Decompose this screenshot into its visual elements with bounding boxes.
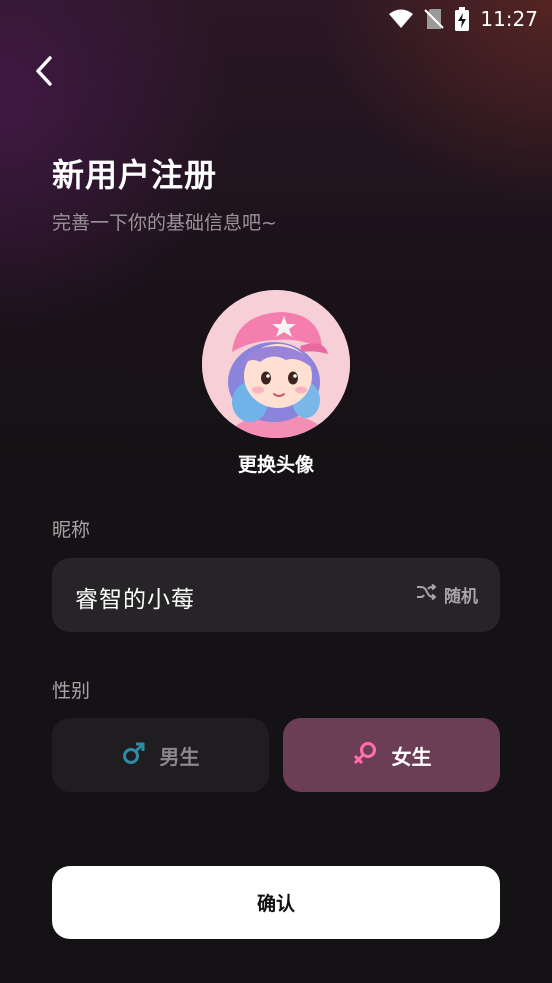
- random-nickname-button[interactable]: 随机: [416, 582, 478, 607]
- page-subtitle: 完善一下你的基础信息吧~: [52, 212, 277, 234]
- gender-male-label: 男生: [159, 744, 200, 769]
- gender-male-button[interactable]: 男生: [52, 718, 269, 792]
- random-label: 随机: [444, 587, 478, 607]
- status-bar: 11:27: [0, 0, 552, 38]
- nickname-value[interactable]: 睿智的小莓: [75, 580, 195, 614]
- background-gradient: [0, 0, 552, 983]
- avatar-image: [202, 290, 350, 438]
- no-sim-icon: [424, 8, 445, 30]
- confirm-button[interactable]: 确认: [52, 866, 500, 939]
- nickname-label: 昵称: [52, 519, 91, 541]
- nickname-field[interactable]: 睿智的小莓 随机: [52, 558, 500, 632]
- wifi-icon: [388, 9, 414, 29]
- shuffle-icon: [416, 583, 437, 605]
- status-time: 11:27: [480, 7, 538, 31]
- confirm-label: 确认: [256, 893, 295, 915]
- change-avatar-label[interactable]: 更换头像: [0, 450, 552, 477]
- page-title: 新用户注册: [52, 156, 218, 194]
- avatar[interactable]: [202, 290, 350, 438]
- female-icon: [352, 740, 378, 771]
- chevron-left-icon: [34, 55, 54, 91]
- gender-female-button[interactable]: 女生: [283, 718, 500, 792]
- gender-label: 性别: [52, 680, 91, 702]
- gender-female-label: 女生: [391, 744, 432, 769]
- battery-charging-icon: [454, 7, 470, 31]
- male-icon: [122, 741, 146, 770]
- back-button[interactable]: [28, 56, 60, 90]
